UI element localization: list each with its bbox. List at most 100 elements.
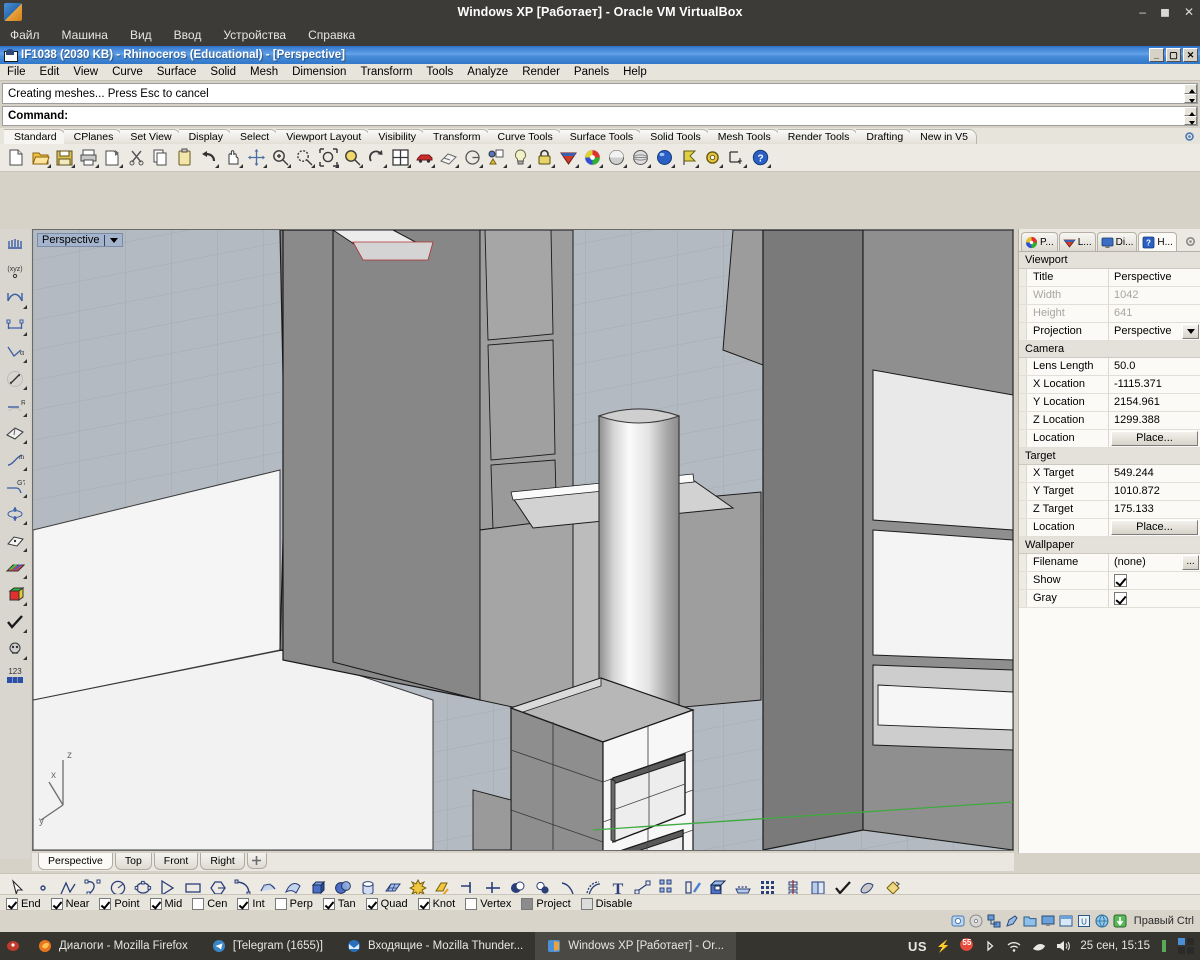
prop-value-gray[interactable] [1109,590,1200,607]
host-taskbar-item-thunderbird[interactable]: Входящие - Mozilla Thunder... [335,932,535,960]
prop-row-x-location[interactable]: X Location -1115.371 [1019,376,1200,394]
curvature-icon[interactable]: m [2,448,28,472]
planar-check-icon[interactable] [2,529,28,553]
viewport-3d-scene[interactable]: z x y [33,230,1013,850]
bolt-icon[interactable]: ⚡ [936,939,950,953]
viewport-title-label[interactable]: Perspective [37,233,124,247]
zoom-window-icon[interactable] [293,146,316,169]
prop-row-x-target[interactable]: X Target 549.244 [1019,465,1200,483]
virtualbox-status-strip[interactable]: U Правый Ctrl [0,910,1200,932]
host-taskbar-item-telegram[interactable]: [Telegram (1655)] [200,932,335,960]
panel-options-gear-icon[interactable] [1184,235,1197,248]
chevron-down-icon[interactable] [1182,324,1199,339]
prop-value-y-location[interactable]: 2154.961 [1109,394,1200,411]
vbox-menu-help[interactable]: Справка [308,28,355,42]
prop-row-projection[interactable]: Projection Perspective [1019,323,1200,341]
menu-dimension[interactable]: Dimension [285,66,353,78]
scroll-up-icon[interactable] [1184,84,1197,94]
prop-row-camera-location[interactable]: Location Place... [1019,430,1200,448]
left-toolbar[interactable]: (xyz) α R m G? 123 [0,229,30,859]
prop-row-title[interactable]: Title Perspective [1019,269,1200,287]
osnap-toolbar-icon[interactable] [2,232,28,256]
virtualbox-window-controls[interactable]: – ◼ ✕ [1139,0,1194,24]
prop-row-gray[interactable]: Gray [1019,590,1200,608]
host-taskbar-item-virtualbox[interactable]: Windows XP [Работает] - Or... [535,932,736,960]
flag-icon[interactable] [677,146,700,169]
panel-tab-layers[interactable]: L... [1058,232,1096,251]
menu-curve[interactable]: Curve [105,66,150,78]
host-system-tray[interactable]: US ⚡ 55 25 сен, 15:15 [908,937,1200,955]
command-input-area[interactable]: Command: [2,106,1198,126]
panel-tab-properties[interactable]: P... [1021,232,1058,251]
prop-value-camera-location[interactable]: Place... [1109,430,1200,447]
menu-file[interactable]: File [0,66,33,78]
menu-mesh[interactable]: Mesh [243,66,285,78]
osnap-project[interactable]: Project [521,897,571,910]
prop-row-lens-length[interactable]: Lens Length 50.0 [1019,358,1200,376]
toolbar-tab-render-tools[interactable]: Render Tools [777,129,859,144]
save-file-icon[interactable] [53,146,76,169]
host-datetime[interactable]: 25 сен, 15:15 [1080,940,1150,952]
options-gear-icon[interactable] [701,146,724,169]
viewport-tab-front[interactable]: Front [153,853,199,870]
osnap-mid[interactable]: Mid [149,897,182,910]
prop-value-lens-length[interactable]: 50.0 [1109,358,1200,375]
menu-transform[interactable]: Transform [353,66,419,78]
panel-tab-help[interactable]: ? H... [1138,232,1177,251]
toolbar-tab-surface-tools[interactable]: Surface Tools [559,129,643,144]
help-icon[interactable]: ? [749,146,772,169]
prop-row-y-location[interactable]: Y Location 2154.961 [1019,394,1200,412]
lock-icon[interactable] [533,146,556,169]
zoom-selected-icon[interactable] [341,146,364,169]
maximize-icon[interactable]: ◼ [1160,6,1170,18]
ghosted-sphere-icon[interactable] [629,146,652,169]
show-wallpaper-checkbox[interactable] [1114,574,1127,588]
prop-value-x-target[interactable]: 549.244 [1109,465,1200,482]
circle-center-icon[interactable] [461,146,484,169]
toolbar-tab-standard[interactable]: Standard [4,129,66,144]
osnap-knot[interactable]: Knot [417,897,455,910]
osnap-disable-checkbox[interactable] [580,897,593,910]
bad-objects-icon[interactable] [2,637,28,661]
menu-help[interactable]: Help [616,66,654,78]
menu-surface[interactable]: Surface [150,66,204,78]
prop-row-target-location[interactable]: Location Place... [1019,519,1200,537]
car-render-icon[interactable] [413,146,436,169]
osnap-cen[interactable]: Cen [192,897,227,910]
toolbar-tab-mesh-tools[interactable]: Mesh Tools [707,129,780,144]
menu-render[interactable]: Render [515,66,567,78]
open-file-icon[interactable] [29,146,52,169]
browse-file-button[interactable]: ... [1182,555,1199,570]
standard-toolbar[interactable]: ? [0,144,1200,172]
toolbar-tab-select[interactable]: Select [230,129,279,144]
osnap-int-checkbox[interactable] [237,897,250,910]
osnap-knot-checkbox[interactable] [417,897,430,910]
new-file-icon[interactable] [5,146,28,169]
angle-measure-icon[interactable]: α [2,340,28,364]
bluetooth-icon[interactable] [983,939,997,953]
rhino-menubar[interactable]: File Edit View Curve Surface Solid Mesh … [0,64,1200,81]
osnap-int[interactable]: Int [237,897,265,910]
toolbar-options-gear-icon[interactable] [1183,130,1196,143]
prop-value-z-location[interactable]: 1299.388 [1109,412,1200,429]
coordinate-xyz-icon[interactable]: (xyz) [2,259,28,283]
chevron-down-icon[interactable] [110,237,119,243]
host-menu-icon[interactable] [0,939,26,953]
prop-value-x-location[interactable]: -1115.371 [1109,376,1200,393]
display-icon[interactable] [1041,914,1055,928]
viewport-tab-top[interactable]: Top [114,853,152,870]
menu-solid[interactable]: Solid [203,66,243,78]
osnap-tan[interactable]: Tan [322,897,356,910]
vbox-menu-machine[interactable]: Машина [62,28,108,42]
cd-icon[interactable] [969,914,983,928]
cube-analysis-icon[interactable] [2,583,28,607]
toolbar-tabs[interactable]: Standard CPlanes Set View Display Select… [0,128,1200,144]
pan-hand-icon[interactable] [221,146,244,169]
gray-wallpaper-checkbox[interactable] [1114,592,1127,606]
zoom-extents-icon[interactable] [317,146,340,169]
osnap-mid-checkbox[interactable] [149,897,162,910]
render-sphere-icon[interactable] [653,146,676,169]
osnap-near-checkbox[interactable] [50,897,63,910]
toolbar-tab-solid-tools[interactable]: Solid Tools [640,129,710,144]
menu-panels[interactable]: Panels [567,66,616,78]
